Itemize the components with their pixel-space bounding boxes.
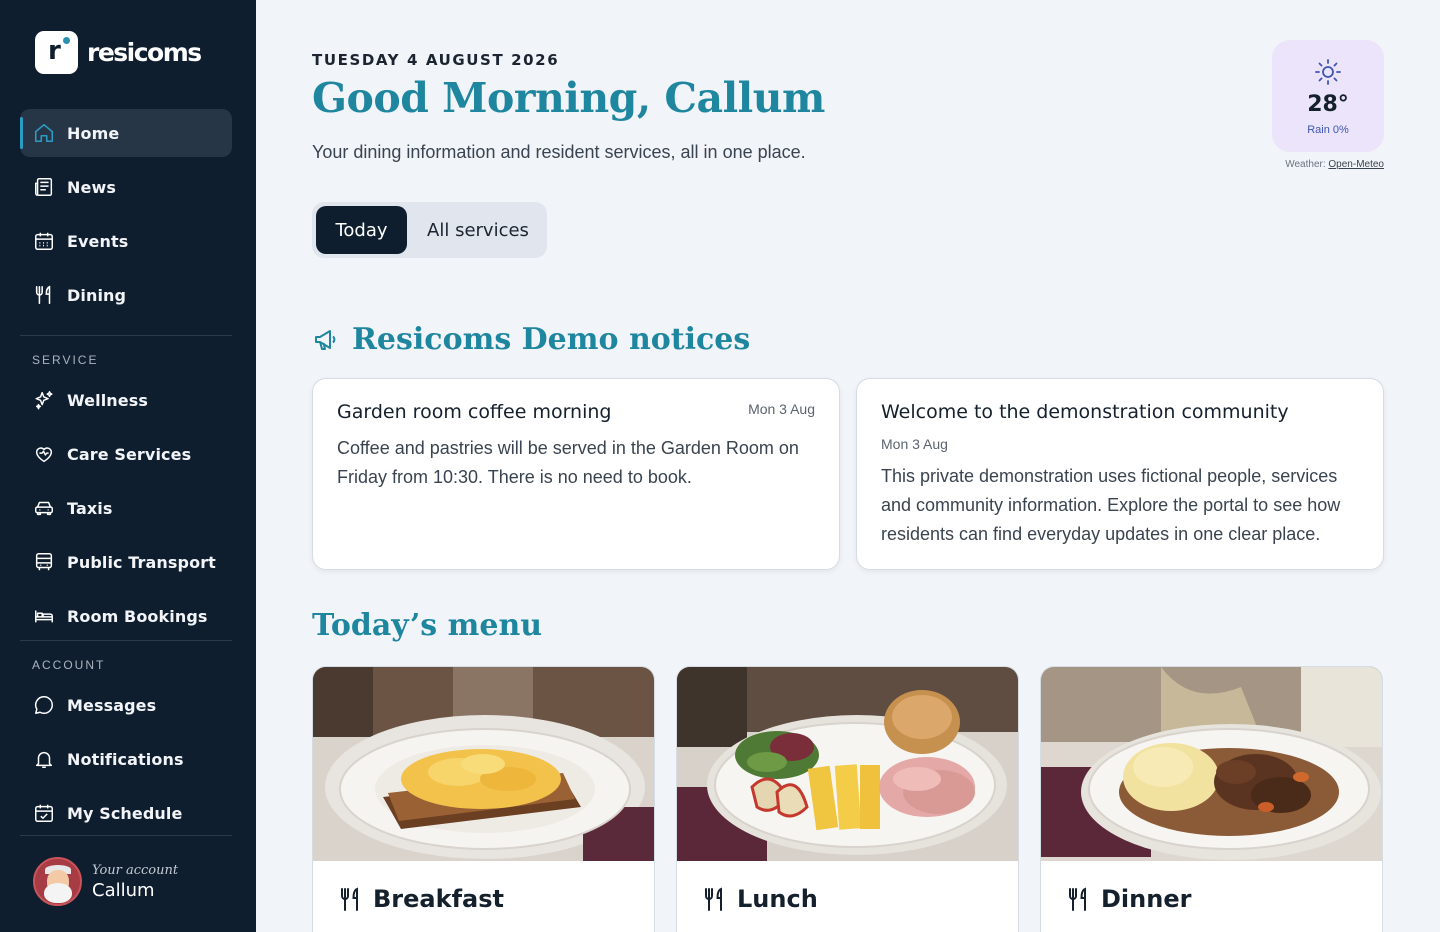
- sidebar-divider: [20, 640, 232, 641]
- sidebar-item-label: Room Bookings: [67, 606, 208, 626]
- weather-rain: Rain 0%: [1307, 124, 1349, 136]
- sidebar-item-wellness[interactable]: Wellness: [20, 376, 232, 424]
- tab-today[interactable]: Today: [316, 206, 407, 254]
- meal-name: Lunch: [737, 885, 818, 913]
- account-menu[interactable]: Your account Callum: [33, 857, 178, 906]
- sidebar-item-room-bookings[interactable]: Room Bookings: [20, 592, 232, 640]
- sidebar-divider: [20, 335, 232, 336]
- cutlery-icon: [32, 283, 56, 307]
- menu-title: Today’s menu: [312, 608, 543, 643]
- sidebar-item-dining[interactable]: Dining: [20, 271, 232, 319]
- logo-mark: r: [35, 31, 78, 74]
- calendar-check-icon: [32, 801, 56, 825]
- notice-card[interactable]: Garden room coffee morning Mon 3 Aug Cof…: [312, 378, 840, 570]
- bus-icon: [32, 550, 56, 574]
- sidebar-item-messages[interactable]: Messages: [20, 681, 232, 729]
- meal-image: [313, 667, 654, 861]
- sidebar-item-label: Dining: [67, 285, 127, 305]
- heart-hand-icon: [32, 442, 56, 466]
- account-caption: Your account: [92, 862, 179, 878]
- sidebar-item-my-schedule[interactable]: My Schedule: [20, 789, 232, 837]
- meal-card-dinner[interactable]: Dinner: [1040, 666, 1383, 932]
- notice-title: Welcome to the demonstration community: [881, 401, 1289, 423]
- app-name: resicoms: [87, 38, 202, 67]
- sidebar-item-label: Home: [67, 123, 120, 143]
- notice-title: Garden room coffee morning: [337, 401, 612, 423]
- sidebar-item-label: Notifications: [67, 749, 184, 769]
- notice-date: Mon 3 Aug: [881, 436, 948, 452]
- notice-card[interactable]: Welcome to the demonstration community M…: [856, 378, 1384, 570]
- page-title: Good Morning, Callum: [312, 74, 825, 122]
- sparkles-icon: [32, 388, 56, 412]
- weather-credit: Weather: Open-Meteo: [1273, 159, 1384, 170]
- sidebar-divider: [20, 835, 232, 836]
- meal-label: Dinner: [1067, 885, 1191, 913]
- meal-label: Breakfast: [339, 885, 504, 913]
- sidebar-item-home[interactable]: Home: [20, 109, 232, 157]
- calendar-icon: [32, 229, 56, 253]
- current-date: TUESDAY 4 AUGUST 2026: [312, 51, 560, 69]
- sidebar-item-label: Wellness: [67, 390, 148, 410]
- sidebar-item-news[interactable]: News: [20, 163, 232, 211]
- sun-icon: [1315, 59, 1341, 85]
- weather-widget: 28° Rain 0%: [1272, 40, 1384, 152]
- cutlery-icon: [705, 887, 722, 911]
- view-toggle: Today All services: [312, 202, 547, 258]
- page-subtitle: Your dining information and resident ser…: [312, 142, 806, 162]
- sidebar-item-label: Messages: [67, 695, 157, 715]
- sidebar-item-label: My Schedule: [67, 803, 183, 823]
- chat-bubble-icon: [32, 693, 56, 717]
- notice-date: Mon 3 Aug: [748, 401, 815, 417]
- sidebar-item-care-services[interactable]: Care Services: [20, 430, 232, 478]
- notices-title: Resicoms Demo notices: [352, 322, 751, 357]
- tab-all-services[interactable]: All services: [414, 206, 542, 254]
- sidebar-section-service: SERVICE: [32, 353, 99, 367]
- notice-body: This private demonstration uses fictiona…: [881, 466, 1341, 544]
- sidebar-item-label: News: [67, 177, 116, 197]
- home-icon: [32, 121, 56, 145]
- newspaper-icon: [32, 175, 56, 199]
- account-name: Callum: [92, 879, 155, 901]
- weather-credit-link[interactable]: Open-Meteo: [1328, 159, 1384, 170]
- cutlery-icon: [341, 887, 358, 911]
- avatar: [33, 857, 82, 906]
- megaphone-icon: [315, 329, 336, 350]
- meal-card-lunch[interactable]: Lunch: [676, 666, 1019, 932]
- meal-name: Breakfast: [373, 885, 504, 913]
- sidebar-item-public-transport[interactable]: Public Transport: [20, 538, 232, 586]
- meal-name: Dinner: [1101, 885, 1192, 913]
- app-logo[interactable]: r resicoms: [35, 31, 202, 74]
- logo-letter: r: [48, 36, 61, 66]
- sidebar-item-label: Events: [67, 231, 129, 251]
- sidebar-item-events[interactable]: Events: [20, 217, 232, 265]
- sidebar-item-label: Taxis: [67, 498, 113, 518]
- meal-label: Lunch: [703, 885, 818, 913]
- bed-icon: [32, 604, 56, 628]
- meal-card-breakfast[interactable]: Breakfast: [312, 666, 655, 932]
- cutlery-icon: [1069, 887, 1086, 911]
- bell-icon: [32, 747, 56, 771]
- weather-credit-prefix: Weather:: [1285, 159, 1326, 170]
- sidebar-item-label: Care Services: [67, 444, 192, 464]
- weather-temperature: 28°: [1307, 92, 1349, 117]
- notice-body: Coffee and pastries will be served in th…: [337, 438, 799, 487]
- sidebar-item-label: Public Transport: [67, 552, 216, 572]
- sidebar: r resicoms Home News Events Dining SERVI…: [0, 0, 256, 932]
- sidebar-item-taxis[interactable]: Taxis: [20, 484, 232, 532]
- notices-header: Resicoms Demo notices: [312, 322, 750, 357]
- meal-image: [1041, 667, 1382, 861]
- sidebar-item-notifications[interactable]: Notifications: [20, 735, 232, 783]
- car-icon: [32, 496, 56, 520]
- meal-image: [677, 667, 1018, 861]
- sidebar-section-account: ACCOUNT: [32, 658, 106, 672]
